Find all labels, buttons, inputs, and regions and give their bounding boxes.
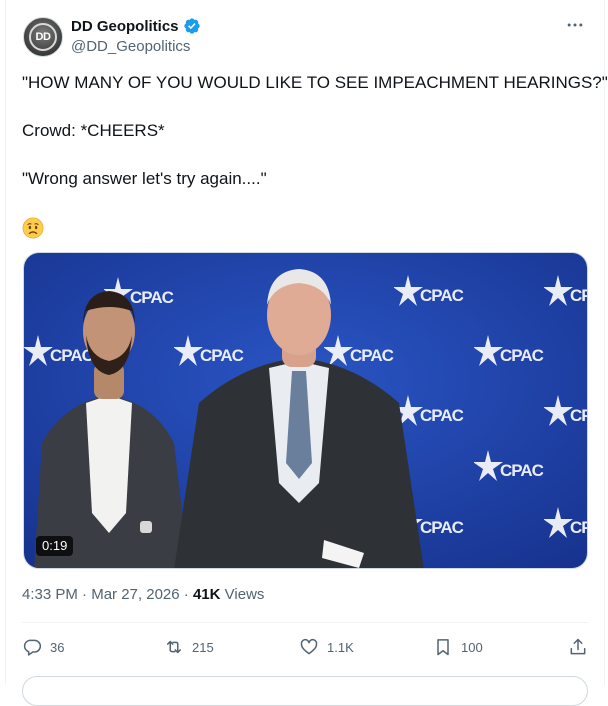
heart-icon [300,638,318,655]
like-button[interactable]: 1.1K [299,633,354,661]
author-display-name[interactable]: DD Geopolitics [71,18,179,35]
more-options-button[interactable] [564,14,586,36]
share-icon [570,638,586,655]
repost-icon [167,640,181,654]
views-count: 41K [192,586,221,603]
tweet-text-line-3: "Wrong answer let's try again...." [22,169,267,188]
divider [22,622,588,623]
video-player[interactable]: CPAC [23,252,588,569]
tweet-meta: 4:33 PM · Mar 27, 2026 · 41K Views [22,586,264,603]
author-handle[interactable]: @DD_Geopolitics [71,38,190,55]
reply-button[interactable]: 36 [22,633,64,661]
bookmark-button[interactable]: 100 [433,633,483,661]
video-frame: CPAC [24,253,587,568]
meta-separator: · [82,586,88,603]
meta-separator-2: · [183,586,189,603]
share-button[interactable] [568,633,588,661]
worried-face-emoji-icon [22,217,44,239]
bookmark-count: 100 [461,639,483,655]
action-bar: 36 215 1.1K 100 [22,633,588,661]
avatar-logo: DD [29,23,57,51]
verified-badge-icon[interactable] [183,17,201,35]
bookmark-icon [437,639,449,656]
reply-icon [23,639,42,656]
tweet-text-line-2: Crowd: *CHEERS* [22,121,165,140]
reply-composer[interactable] [22,676,588,706]
tweet-text-line-1: "HOW MANY OF YOU WOULD LIKE TO SEE IMPEA… [22,73,608,92]
more-icon [567,23,583,27]
avatar[interactable]: DD [23,17,63,57]
tweet-date[interactable]: Mar 27, 2026 [91,586,179,603]
tweet-time[interactable]: 4:33 PM [22,586,78,603]
repost-count: 215 [192,639,214,655]
tweet-card: DD DD Geopolitics @DD_Geopolitics "HOW M… [5,0,608,706]
author-name-row: DD Geopolitics [71,17,201,35]
views-label: Views [224,586,265,603]
like-count: 1.1K [327,639,354,655]
video-duration-badge: 0:19 [36,536,74,556]
reply-count: 36 [50,639,65,655]
repost-button[interactable]: 215 [164,633,214,661]
